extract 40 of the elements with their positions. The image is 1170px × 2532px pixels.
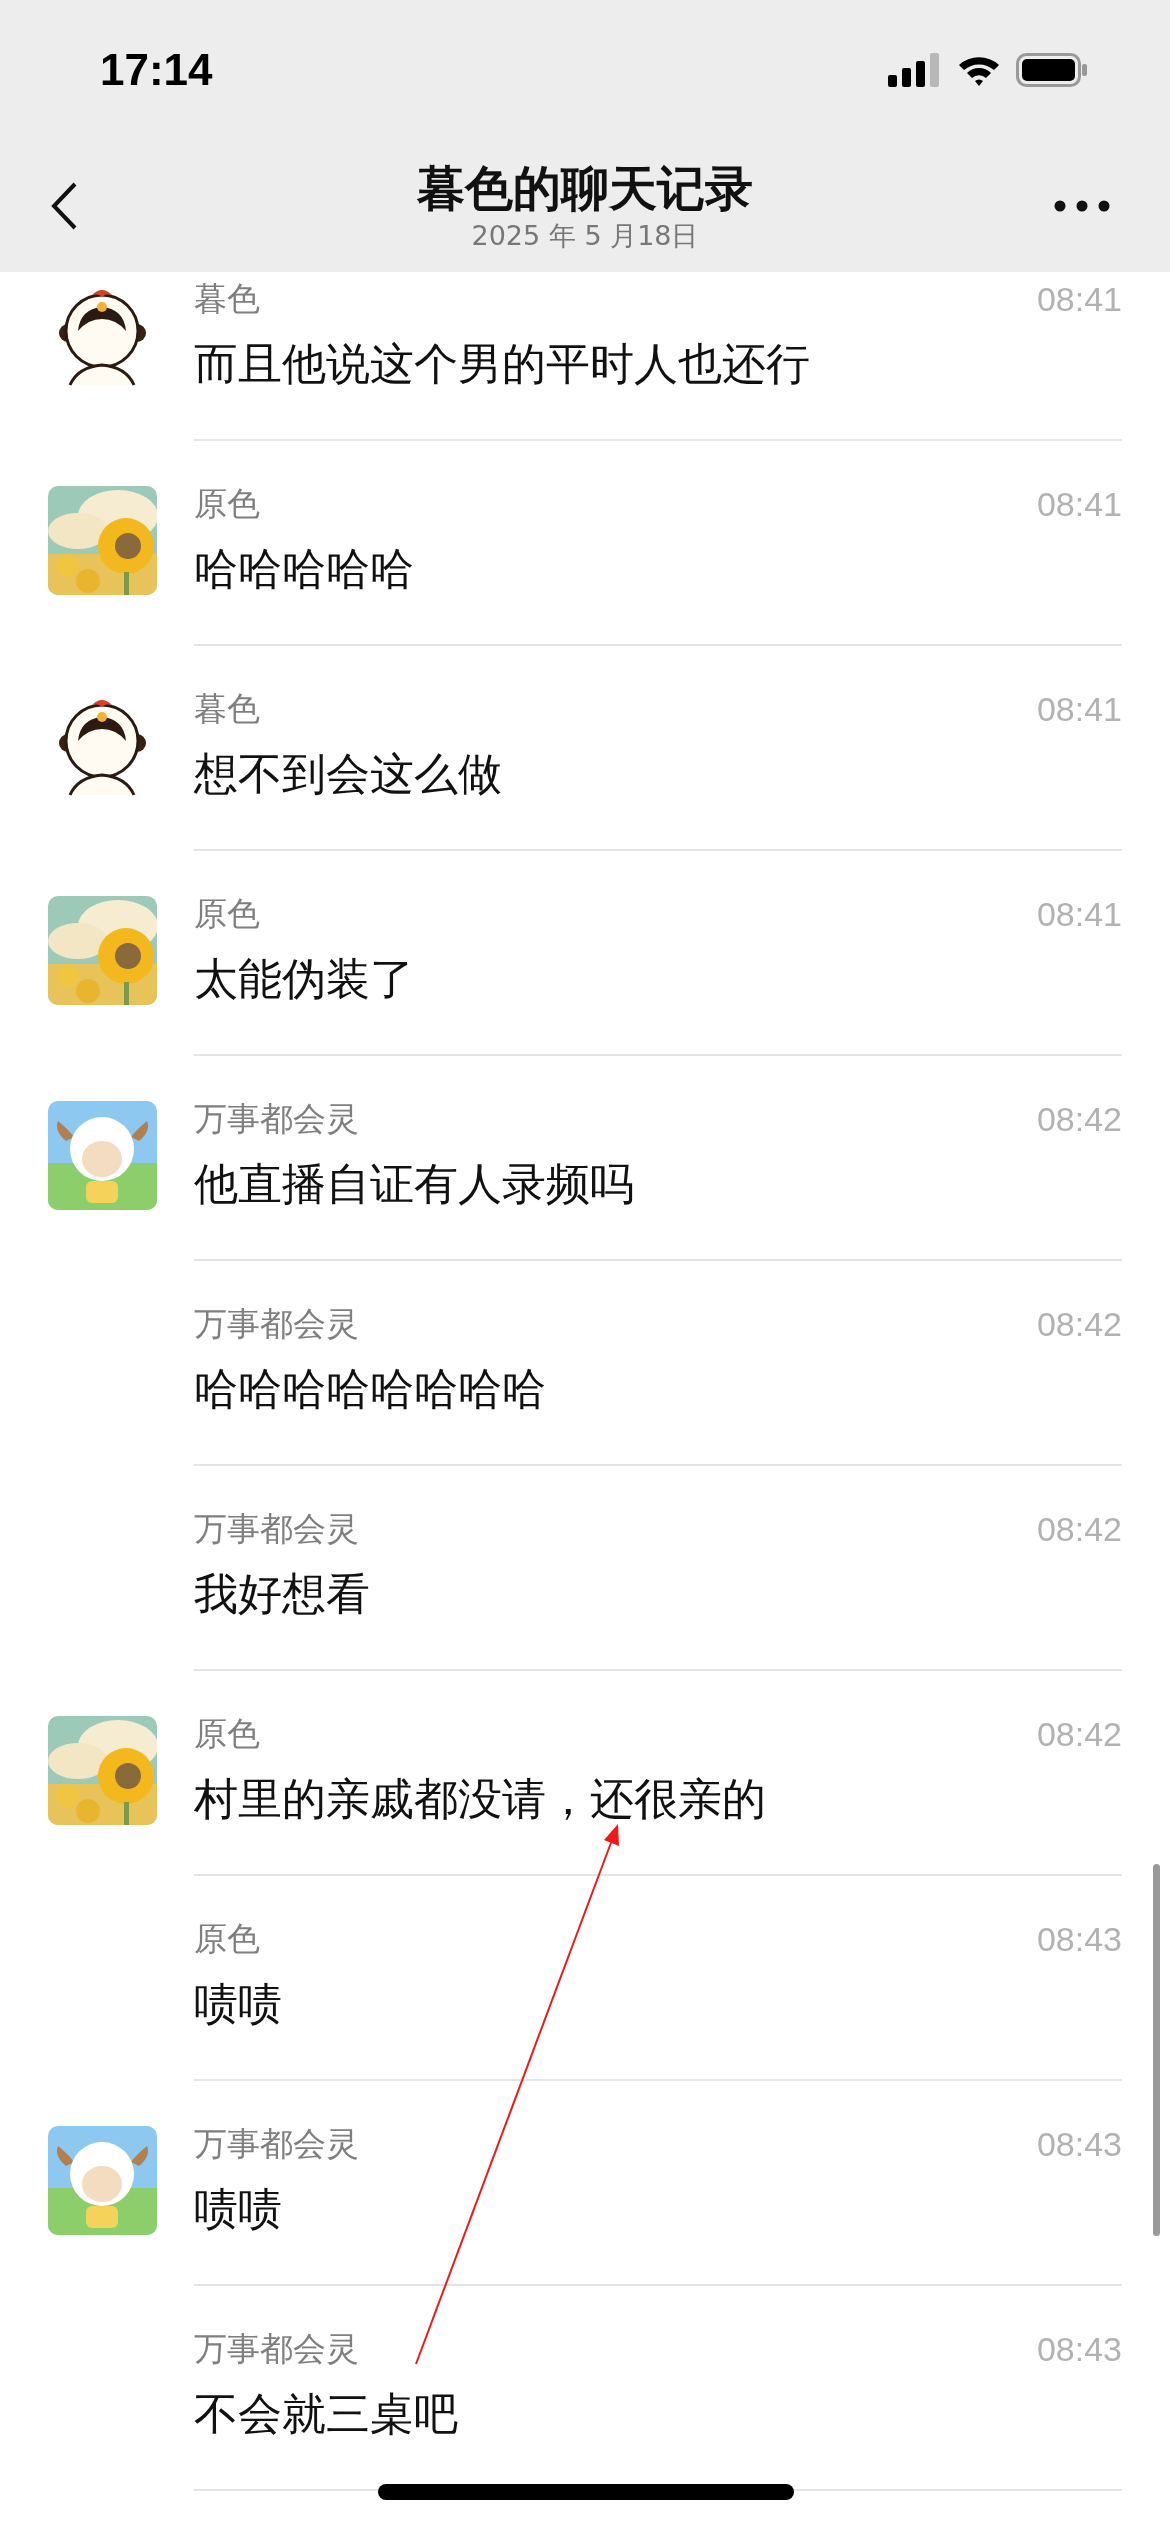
- message-text: 而且他说这个男的平时人也还行: [194, 337, 811, 391]
- message-text: 我好想看: [194, 1567, 371, 1621]
- message-time: 08:41: [1036, 689, 1122, 729]
- message-time: 08:43: [1036, 2329, 1122, 2369]
- message-text: 不会就三桌吧: [194, 2387, 459, 2441]
- message-text: 他直播自证有人录频吗: [194, 1157, 635, 1211]
- sender-name: 原色: [194, 482, 260, 525]
- sender-name: 原色: [194, 1712, 260, 1755]
- sender-name: 暮色: [194, 687, 260, 730]
- message-text: 啧啧: [194, 1977, 283, 2031]
- message-text: 太能伪装了: [194, 952, 415, 1006]
- message-text: 村里的亲戚都没请，还很亲的: [194, 1772, 767, 1826]
- status-time: 17:14: [100, 45, 213, 95]
- sender-name: 原色: [194, 1917, 260, 1960]
- message-time: 08:41: [1036, 894, 1122, 934]
- message-time: 08:41: [1036, 484, 1122, 524]
- message-text: 想不到会这么做: [194, 747, 503, 801]
- sender-name: 暮色: [194, 277, 260, 320]
- message-text: 哈哈哈哈哈: [194, 542, 415, 596]
- message-text: 啧啧: [194, 2182, 283, 2236]
- more-icon[interactable]: [1054, 200, 1110, 212]
- back-icon[interactable]: [50, 181, 78, 231]
- chat-title: 暮色的聊天记录: [417, 159, 753, 218]
- signal-icon: [888, 53, 942, 87]
- sender-name: 万事都会灵: [194, 1302, 359, 1345]
- message-time: 08:42: [1036, 1714, 1122, 1754]
- message-time: 08:43: [1036, 1919, 1122, 1959]
- sender-name: 万事都会灵: [194, 1097, 359, 1140]
- message-time: 08:42: [1036, 1099, 1122, 1139]
- sender-name: 原色: [194, 892, 260, 935]
- message-text: 哈哈哈哈哈哈哈哈: [194, 1362, 547, 1416]
- sender-name: 万事都会灵: [194, 1507, 359, 1550]
- chat-date: 2025 年 5 月18日: [471, 219, 699, 253]
- message-time: 08:41: [1036, 279, 1122, 319]
- sender-name: 万事都会灵: [194, 2327, 359, 2370]
- message-time: 08:43: [1036, 2124, 1122, 2164]
- battery-icon: [1016, 53, 1088, 87]
- sender-name: 万事都会灵: [194, 2122, 359, 2165]
- message-time: 08:42: [1036, 1304, 1122, 1344]
- message-time: 08:42: [1036, 1509, 1122, 1549]
